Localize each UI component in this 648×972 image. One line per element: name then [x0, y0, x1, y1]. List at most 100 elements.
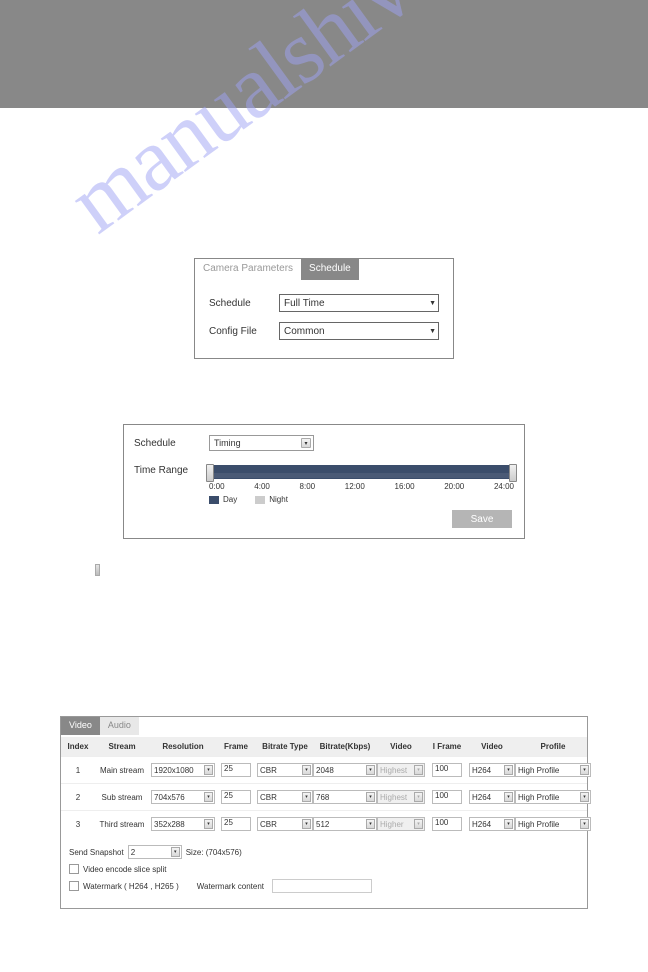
- iframe-input[interactable]: 100: [432, 763, 462, 777]
- schedule-value: Full Time: [284, 298, 325, 309]
- page-content: Camera Parameters Schedule Schedule Full…: [0, 258, 648, 949]
- timing-panel: Schedule Timing ▾ Time Range 0:00 4:00 8…: [123, 424, 525, 539]
- cell-select[interactable]: CBR▾: [257, 763, 313, 777]
- top-header-bar: [0, 0, 648, 108]
- slice-split-row: Video encode slice split: [69, 864, 579, 874]
- watermark-content-label: Watermark content: [197, 882, 264, 891]
- col-frame: Frame: [215, 742, 257, 751]
- config-file-label: Config File: [209, 326, 279, 337]
- timing-schedule-select[interactable]: Timing ▾: [209, 435, 314, 451]
- config-file-select[interactable]: Common ▼: [279, 322, 439, 340]
- cell-select: Highest▾: [377, 790, 425, 804]
- time-ticks: 0:00 4:00 8:00 12:00 16:00 20:00 24:00: [209, 482, 514, 491]
- send-snapshot-value: 2: [131, 848, 135, 857]
- schedule-label: Schedule: [209, 298, 279, 309]
- schedule-panel: Camera Parameters Schedule Schedule Full…: [194, 258, 454, 359]
- legend-day-label: Day: [223, 495, 237, 504]
- tab-audio[interactable]: Audio: [100, 717, 139, 735]
- video-tabs: Video Audio: [61, 717, 587, 735]
- cell-select[interactable]: CBR▾: [257, 817, 313, 831]
- timing-schedule-row: Schedule Timing ▾: [134, 435, 514, 451]
- send-snapshot-row: Send Snapshot 2▾ Size: (704x576): [69, 845, 579, 859]
- cell-select[interactable]: High Profile▾: [515, 817, 591, 831]
- time-range-row: Time Range 0:00 4:00 8:00 12:00 16:00 20…: [134, 465, 514, 504]
- iframe-input[interactable]: 100: [432, 817, 462, 831]
- send-snapshot-label: Send Snapshot: [69, 848, 124, 857]
- cell-select[interactable]: H264▾: [469, 790, 515, 804]
- watermark-checkbox[interactable]: [69, 881, 79, 891]
- cell-index: 3: [63, 820, 93, 829]
- send-snapshot-size: Size: (704x576): [186, 848, 242, 857]
- watermark-codec-label: Watermark ( H264 , H265 ): [83, 882, 179, 891]
- col-profile: Profile: [515, 742, 591, 751]
- cell-select[interactable]: 704x576▾: [151, 790, 215, 804]
- tick-4: 4:00: [254, 482, 270, 491]
- cell-select: Higher▾: [377, 817, 425, 831]
- col-index: Index: [63, 742, 93, 751]
- cell-select[interactable]: 768▾: [313, 790, 377, 804]
- watermark-row: Watermark ( H264 , H265 ) Watermark cont…: [69, 879, 579, 893]
- tab-camera-parameters[interactable]: Camera Parameters: [195, 259, 301, 280]
- cell-select[interactable]: High Profile▾: [515, 790, 591, 804]
- tick-20: 20:00: [444, 482, 464, 491]
- frame-input[interactable]: 25: [221, 817, 251, 831]
- col-bitrate-type: Bitrate Type: [257, 742, 313, 751]
- time-range-handle-right[interactable]: [509, 464, 517, 482]
- drag-handle-icon: [95, 564, 100, 576]
- cell-stream: Main stream: [93, 766, 151, 775]
- time-range-handle-left[interactable]: [206, 464, 214, 482]
- slice-split-checkbox[interactable]: [69, 864, 79, 874]
- frame-input[interactable]: 25: [221, 763, 251, 777]
- table-row: 3Third stream352x288▾ 25 CBR▾512▾Higher▾ 10…: [61, 810, 587, 837]
- config-file-row: Config File Common ▼: [209, 322, 439, 340]
- cell-select: Highest▾: [377, 763, 425, 777]
- night-swatch: [255, 496, 265, 504]
- send-snapshot-select[interactable]: 2▾: [128, 845, 182, 859]
- cell-select[interactable]: CBR▾: [257, 790, 313, 804]
- legend: Day Night: [209, 495, 514, 504]
- video-options: Send Snapshot 2▾ Size: (704x576) Video e…: [61, 837, 587, 908]
- col-stream: Stream: [93, 742, 151, 751]
- iframe-input[interactable]: 100: [432, 790, 462, 804]
- chevron-down-icon: ▾: [171, 847, 180, 857]
- day-swatch: [209, 496, 219, 504]
- table-row: 1Main stream1920x1080▾25CBR▾2048▾Highest…: [61, 756, 587, 783]
- tab-video[interactable]: Video: [61, 717, 100, 735]
- tick-0: 0:00: [209, 482, 225, 491]
- watermark-content-input[interactable]: [272, 879, 372, 893]
- timing-schedule-value: Timing: [214, 438, 241, 448]
- chevron-down-icon: ▾: [301, 438, 311, 448]
- col-iframe: I Frame: [425, 742, 469, 751]
- video-settings-panel: Video Audio Index Stream Resolution Fram…: [60, 716, 588, 909]
- cell-select[interactable]: 1920x1080▾: [151, 763, 215, 777]
- cell-select[interactable]: 352x288▾: [151, 817, 215, 831]
- timing-schedule-label: Schedule: [134, 438, 209, 449]
- cell-select[interactable]: H264▾: [469, 817, 515, 831]
- chevron-down-icon: ▼: [429, 300, 436, 307]
- tick-8: 8:00: [300, 482, 316, 491]
- chevron-down-icon: ▼: [429, 328, 436, 335]
- tab-schedule[interactable]: Schedule: [301, 259, 359, 280]
- cell-stream: Sub stream: [93, 793, 151, 802]
- col-video1: Video: [377, 742, 425, 751]
- cell-select[interactable]: H264▾: [469, 763, 515, 777]
- slice-split-label: Video encode slice split: [83, 865, 166, 874]
- schedule-row: Schedule Full Time ▼: [209, 294, 439, 312]
- cell-select[interactable]: 512▾: [313, 817, 377, 831]
- table-row: 2Sub stream704x576▾ 25 CBR▾768▾Highest▾ 100…: [61, 783, 587, 810]
- cell-index: 2: [63, 793, 93, 802]
- tick-16: 16:00: [395, 482, 415, 491]
- save-button[interactable]: Save: [452, 510, 512, 528]
- frame-input[interactable]: 25: [221, 790, 251, 804]
- col-resolution: Resolution: [151, 742, 215, 751]
- cell-select[interactable]: 2048▾: [313, 763, 377, 777]
- schedule-tabs: Camera Parameters Schedule: [195, 258, 453, 280]
- time-range-bar[interactable]: [209, 465, 514, 479]
- legend-night-label: Night: [269, 495, 288, 504]
- col-video2: Video: [469, 742, 515, 751]
- config-file-value: Common: [284, 326, 325, 337]
- cell-stream: Third stream: [93, 820, 151, 829]
- stream-table: Index Stream Resolution Frame Bitrate Ty…: [61, 737, 587, 837]
- cell-select[interactable]: High Profile▾: [515, 763, 591, 777]
- schedule-select[interactable]: Full Time ▼: [279, 294, 439, 312]
